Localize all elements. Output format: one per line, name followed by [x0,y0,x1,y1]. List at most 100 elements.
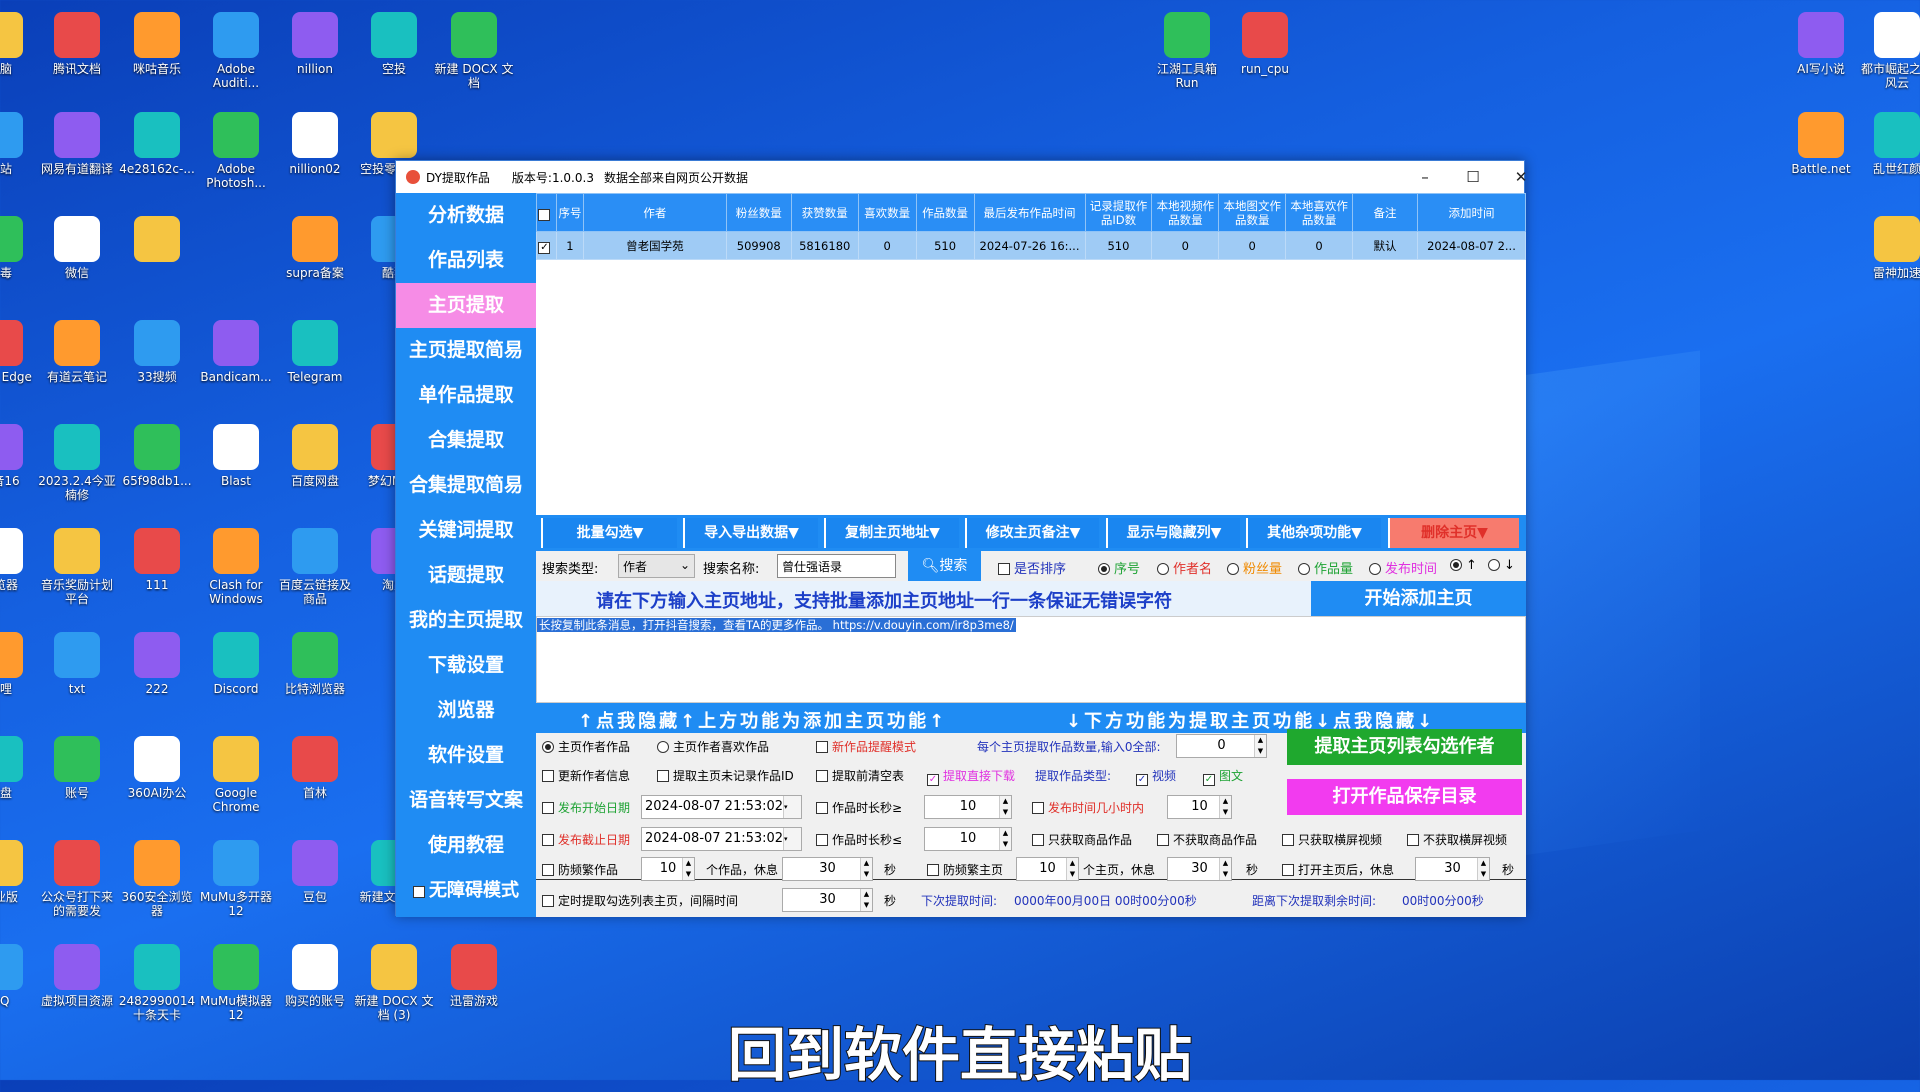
desktop-icon[interactable]: 比特浏览器 [275,632,355,696]
select-all-checkbox[interactable]: ✓ [536,193,557,232]
toolbar-dropdown-button[interactable]: 批量勾选▼ [541,518,677,548]
column-header[interactable]: 序号 [555,193,584,232]
desktop-icon[interactable]: 65f98db1... [117,424,197,488]
checkbox-hours[interactable]: 发布时间几小时内 [1032,799,1144,816]
desktop-icon[interactable]: supra备案 [275,216,355,280]
maximize-button[interactable]: ☐ [1450,161,1496,193]
checkbox-video[interactable]: ✓ 视频 [1136,767,1176,786]
sort-asc-radio[interactable]: ↑ [1450,558,1477,573]
sort-radio-publish[interactable]: 发布时间 [1369,558,1437,577]
desktop-icon[interactable]: Blast [196,424,276,488]
desktop-icon[interactable]: 雷神加速 [1857,216,1920,280]
checkbox-direct-dl[interactable]: ✓ 提取直接下载 [927,767,1015,786]
open-save-folder-button[interactable]: 打开作品保存目录 [1287,779,1522,815]
desktop-icon[interactable] [117,216,197,266]
desktop-icon[interactable]: Battle.net [1781,112,1861,176]
desktop-icon[interactable]: 企业版 [0,840,40,904]
row-checkbox[interactable]: ✓ [536,231,557,260]
desktop-icon[interactable]: 音乐奖励计划平台 [37,528,117,606]
spin-arrows-icon[interactable]: ▲ ▼ [860,889,872,911]
desktop-icon[interactable]: 网易有道翻译 [37,112,117,176]
number-spinbox[interactable]: 30 ▲ ▼ [782,857,873,881]
sidebar-item[interactable]: 使用教程 [396,823,536,868]
toolbar-dropdown-button[interactable]: 复制主页地址▼ [824,518,959,548]
desktop-icon[interactable]: 豆包 [275,840,355,904]
radio-r-like[interactable]: 主页作者喜欢作品 [657,738,769,755]
table-row[interactable]: ✓ 1 曾老国学苑 509908 5816180 0 510 2024-07-26 16:..… [536,231,1527,260]
desktop-icon[interactable]: 有道云笔记 [37,320,117,384]
desktop-icon[interactable]: 浏览器 [0,528,40,592]
spin-arrows-icon[interactable]: ▲ ▼ [1066,858,1078,880]
spin-arrows-icon[interactable]: ▲ ▼ [682,858,694,880]
desktop-icon[interactable]: 影音16 [0,424,40,488]
minimize-button[interactable]: – [1402,161,1448,193]
column-header[interactable]: 本地喜欢作品数量 [1285,193,1354,232]
desktop-icon[interactable]: 360AI办公 [117,736,197,800]
hide-top-toggle[interactable]: ↑点我隐藏↑上方功能为添加主页功能↑ [578,707,947,733]
desktop-icon[interactable]: 百度云链接及商品 [275,528,355,606]
checkbox-anti-home[interactable]: 防频繁主页 [927,861,1003,878]
date-picker[interactable]: 2024-08-07 21:53:02 ▾ [641,827,802,851]
number-spinbox[interactable]: 10 ▲ ▼ [1167,795,1232,819]
desktop-icon[interactable]: Adobe Auditi... [196,12,276,90]
sidebar-item[interactable]: 话题提取 [396,553,536,598]
toolbar-dropdown-button[interactable]: 导入导出数据▼ [683,518,818,548]
desktop-icon[interactable]: 咪咕音乐 [117,12,197,76]
sidebar-item[interactable]: 分析数据 [396,193,536,238]
desktop-icon[interactable]: 222 [117,632,197,696]
desktop-icon[interactable]: QQ [0,944,40,1008]
sidebar-item[interactable]: 作品列表 [396,238,536,283]
desktop-icon[interactable]: 微信 [37,216,117,280]
column-header[interactable]: 最后发布作品时间 [973,193,1086,232]
desktop-icon[interactable]: 33搜频 [117,320,197,384]
desktop-icon[interactable]: 迅雷游戏 [434,944,514,1008]
search-type-select[interactable]: 作者 ⌄ [618,554,695,578]
checkbox-new-remind[interactable]: 新作品提醒模式 [816,738,916,755]
spin-arrows-icon[interactable]: ▲ ▼ [860,858,872,880]
desktop-icon[interactable]: Discord [196,632,276,696]
desktop-icon[interactable]: 账号 [37,736,117,800]
desktop-icon[interactable]: Google Chrome [196,736,276,814]
sidebar-item[interactable]: 关键词提取 [396,508,536,553]
desktop-icon[interactable]: 公众号打下来的需要发 [37,840,117,918]
checkbox-image[interactable]: ✓ 图文 [1203,767,1243,786]
desktop-icon[interactable]: Clash for Windows [196,528,276,606]
number-spinbox[interactable]: 30 ▲ ▼ [1415,857,1490,881]
sidebar-item[interactable]: 下载设置 [396,643,536,688]
checkbox-open-rest[interactable]: 打开主页后，休息 [1282,861,1394,878]
number-spinbox[interactable]: 10 ▲ ▼ [924,827,1012,851]
sidebar-item[interactable]: 我的主页提取 [396,598,536,643]
checkbox-no-goods[interactable]: 不获取商品作品 [1157,831,1257,848]
column-header[interactable]: 本地视频作品数量 [1151,193,1220,232]
search-button[interactable]: 🔍︎搜索 [908,551,981,581]
checkbox-anti-works[interactable]: 防频繁作品 [542,861,618,878]
desktop-icon[interactable]: 2023.2.4今亚楠修 [37,424,117,502]
checkbox-timer[interactable]: 定时提取勾选列表主页，间隔时间 [542,892,738,909]
sidebar-item[interactable]: 合集提取 [396,418,536,463]
toolbar-dropdown-button[interactable]: 删除主页▼ [1388,518,1519,548]
column-header[interactable]: 喜欢数量 [857,193,917,232]
sidebar-item[interactable]: 软件设置 [396,733,536,778]
checkbox-end-date[interactable]: 发布截止日期 [542,831,630,848]
spin-arrows-icon[interactable]: ▲ ▼ [1254,735,1266,757]
checkbox-dur-le[interactable]: 作品时长秒≤ [816,831,902,848]
sidebar-item[interactable]: 主页提取简易 [396,328,536,373]
column-header[interactable]: 备注 [1352,193,1418,232]
toolbar-dropdown-button[interactable]: 显示与隐藏列▼ [1106,518,1240,548]
desktop-icon[interactable]: MuMu多开器12 [196,840,276,918]
number-spinbox[interactable]: 10 ▲ ▼ [1016,857,1079,881]
date-picker[interactable]: 2024-08-07 21:53:02 ▾ [641,795,802,819]
checkbox-unrecorded[interactable]: 提取主页未记录作品ID [657,767,794,784]
sidebar-item[interactable]: 语音转写文案 [396,778,536,823]
sort-radio-works[interactable]: 作品量 [1298,558,1353,577]
desktop-icon[interactable]: 电脑 [0,12,40,76]
column-header[interactable]: 作品数量 [915,193,975,232]
spin-arrows-icon[interactable]: ▲ ▼ [999,796,1011,818]
checkbox-dur-ge[interactable]: 作品时长秒≥ [816,799,902,816]
desktop-icon[interactable]: 江湖工具箱Run [1147,12,1227,90]
column-header[interactable]: 粉丝数量 [725,193,792,232]
desktop-icon[interactable]: 首林 [275,736,355,800]
checkbox-update-info[interactable]: 更新作者信息 [542,767,630,784]
sidebar-item[interactable]: 单作品提取 [396,373,536,418]
sort-desc-radio[interactable]: ↓ [1488,558,1515,573]
